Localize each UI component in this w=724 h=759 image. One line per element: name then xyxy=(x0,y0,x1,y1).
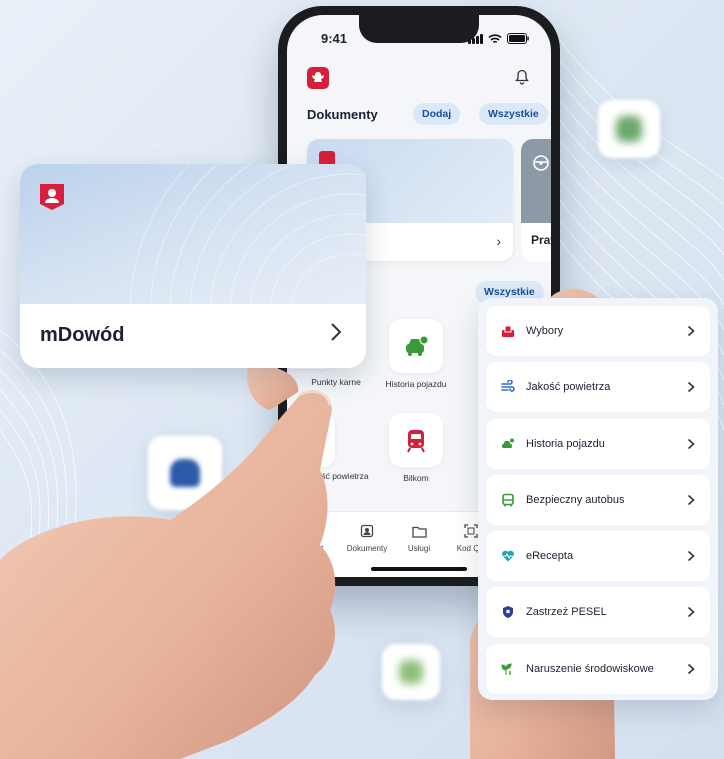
eagle-emblem-icon xyxy=(312,72,324,82)
list-item-naruszenie-srodowiskowe[interactable]: Naruszenie środowiskowe xyxy=(486,643,710,694)
list-item-label: Jakość powietrza xyxy=(526,381,611,394)
blurred-tile-top-right xyxy=(598,100,660,158)
air-quality-icon xyxy=(500,379,516,395)
steering-wheel-icon xyxy=(533,155,549,171)
tab-label: Usługi xyxy=(407,544,431,553)
card-wave-pattern xyxy=(129,164,366,304)
service-tile-historia-pojazdu[interactable] xyxy=(389,319,443,373)
service-tile-jakosc-powietrza[interactable] xyxy=(287,413,335,467)
mdowod-title: mDowód xyxy=(40,324,125,346)
folder-icon xyxy=(411,526,427,538)
chevron-right-icon xyxy=(687,325,695,337)
documents-title: Dokumenty xyxy=(307,107,378,122)
list-item-label: Zastrzeż PESEL xyxy=(526,606,607,619)
blurred-green-icon xyxy=(399,660,423,684)
shield-icon xyxy=(500,604,516,620)
service-label: Jakość powietrza xyxy=(303,471,369,481)
home-indicator xyxy=(371,567,467,571)
list-item-label: Bezpieczny autobus xyxy=(526,493,625,506)
mdowod-card-header xyxy=(20,164,366,304)
signal-icon xyxy=(468,33,483,44)
tab-uslugi[interactable]: Usługi xyxy=(391,522,447,553)
chevron-right-icon xyxy=(687,438,695,449)
wifi-icon xyxy=(488,33,502,43)
car-history-icon xyxy=(406,335,429,356)
list-item-jakosc-powietrza[interactable]: Jakość powietrza xyxy=(486,362,710,413)
tab-start[interactable]: Start xyxy=(287,522,343,553)
list-item-label: Naruszenie środowiskowe xyxy=(526,662,654,675)
service-label: Bilkom xyxy=(403,473,429,483)
status-time: 9:41 xyxy=(321,31,348,46)
chevron-right-icon xyxy=(687,382,695,393)
car-history-icon xyxy=(500,436,516,452)
tab-label: Start xyxy=(306,544,324,553)
documents-icon xyxy=(360,524,374,538)
service-label: Punkty karne xyxy=(311,377,361,387)
blurred-tile-bottom xyxy=(382,644,440,700)
chevron-right-icon xyxy=(687,663,695,674)
chevron-right-icon xyxy=(687,607,695,618)
mdowod-card[interactable]: mDowód xyxy=(20,164,366,368)
tab-dokumenty[interactable]: Dokumenty xyxy=(339,522,395,553)
list-item-historia-pojazdu[interactable]: Historia pojazdu xyxy=(486,418,710,469)
id-person-icon xyxy=(40,184,64,210)
list-item-zastrzez-pesel[interactable]: Zastrzeż PESEL xyxy=(486,587,710,638)
blurred-green-icon xyxy=(616,116,642,142)
tab-label: Dokumenty xyxy=(346,544,388,553)
all-documents-button[interactable]: Wszystkie xyxy=(479,103,548,125)
service-tile-bilkom[interactable] xyxy=(389,413,443,467)
list-item-wybory[interactable]: Wybory xyxy=(486,306,710,356)
chevron-right-icon xyxy=(687,551,695,562)
train-icon xyxy=(407,430,425,453)
home-icon xyxy=(309,526,321,537)
status-icons xyxy=(468,33,529,44)
bus-icon xyxy=(500,492,516,508)
list-item-bezpieczny-autobus[interactable]: Bezpieczny autobus xyxy=(486,474,710,525)
phone-notch xyxy=(359,15,479,43)
battery-icon xyxy=(507,33,529,44)
blurred-blue-icon xyxy=(170,459,200,487)
chevron-right-icon: › xyxy=(496,233,501,249)
list-item-label: Wybory xyxy=(526,325,564,337)
add-document-button[interactable]: Dodaj xyxy=(413,103,461,125)
service-label: Historia pojazdu xyxy=(385,379,447,389)
chevron-right-icon xyxy=(331,323,342,341)
list-item-erecepta[interactable]: eRecepta xyxy=(486,531,710,582)
qr-icon xyxy=(464,524,478,538)
list-item-label: Historia pojazdu xyxy=(526,437,605,450)
ballot-icon xyxy=(500,323,516,339)
document-card-prawo-jazdy[interactable]: Praw xyxy=(521,139,551,261)
blurred-tile-left xyxy=(148,436,222,510)
air-quality-icon xyxy=(304,428,323,447)
plant-icon xyxy=(500,661,516,677)
list-item-label: eRecepta xyxy=(526,550,574,563)
document-card-header xyxy=(521,139,551,223)
chevron-right-icon xyxy=(687,494,695,505)
bell-icon[interactable] xyxy=(515,69,529,85)
heart-pulse-icon xyxy=(500,548,516,564)
service-list: Wybory Jakość powietrza Historia pojazdu… xyxy=(478,298,718,700)
document-card-label: Praw xyxy=(531,233,551,247)
app-logo xyxy=(307,67,329,89)
